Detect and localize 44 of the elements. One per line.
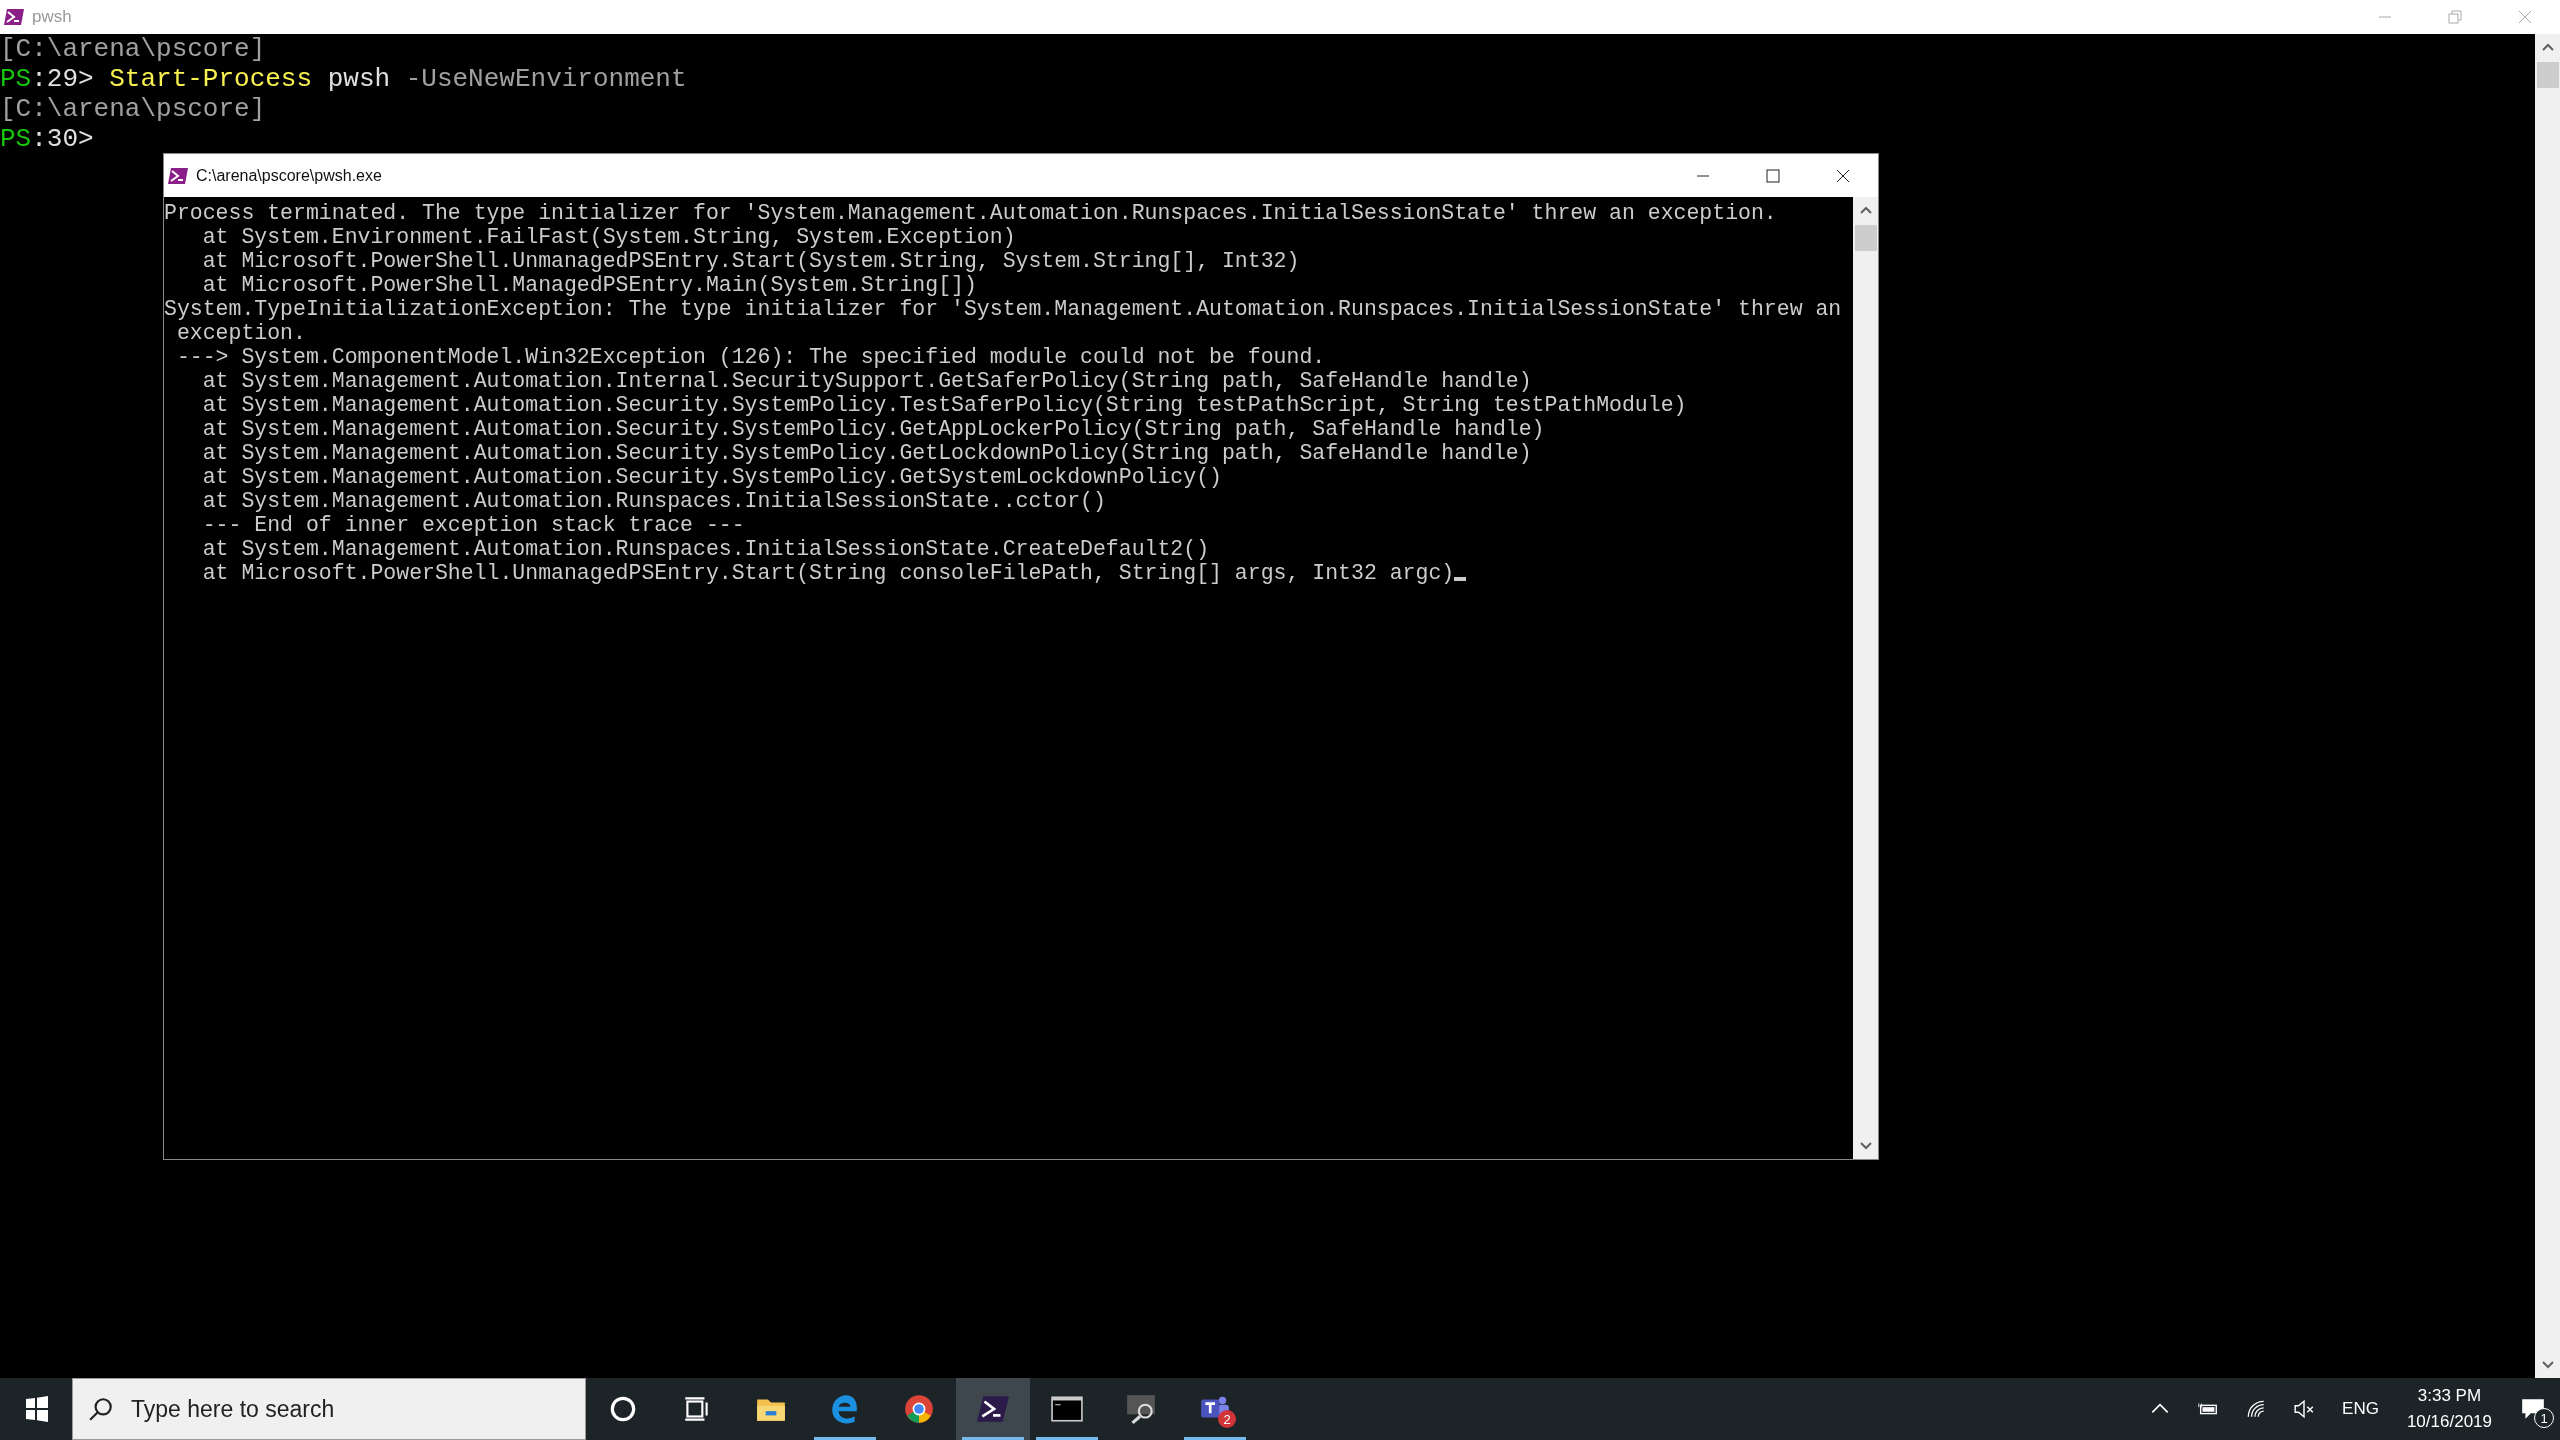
volume-muted-icon[interactable] — [2293, 1398, 2316, 1420]
scrollbar-thumb[interactable] — [2536, 62, 2559, 88]
window-title: C:\arena\pscore\pwsh.exe — [196, 166, 382, 185]
taskbar-app[interactable]: 2 — [1178, 1378, 1252, 1440]
console-line: exception. — [175, 321, 306, 345]
clock[interactable]: 3:33 PM 10/16/2019 — [2406, 1378, 2492, 1440]
console-line: PS:30> — [0, 124, 94, 154]
console-line: at System.Management.Automation.Security.SystemPolicy.TestSaferPolicy(String testPathScript, String testPathModule) — [201, 393, 1687, 417]
console-line: at System.Management.Automation.Security.SystemPolicy.GetSystemLockdownPolicy() — [201, 465, 1222, 489]
powershell-icon — [4, 9, 24, 25]
terminal-icon — [1051, 1393, 1083, 1425]
console-line: Process terminated. The type initializer for 'System.Management.Automation.Runspaces.InitialSessionState' threw an exception. — [164, 201, 1777, 225]
powershell-icon — [977, 1393, 1009, 1425]
console-line: at Microsoft.PowerShell.ManagedPSEntry.Main(System.String[]) — [201, 273, 977, 297]
console-line: PS:29> Start-Process pwsh -UseNewEnvironment — [0, 64, 687, 94]
console-line: ---> System.ComponentModel.Win32Exception (126): The specified module could not be found. — [175, 345, 1326, 369]
scrollbar-thumb[interactable] — [1854, 225, 1877, 251]
scrollbar[interactable] — [2535, 34, 2560, 1378]
taskbar-app[interactable] — [956, 1378, 1030, 1440]
browser-icon — [903, 1393, 935, 1425]
search-icon — [88, 1396, 114, 1422]
console-line: System.TypeInitializationException: The type initializer for 'System.Management.Automation.Runspaces.InitialSessionState' threw an — [164, 297, 1842, 321]
date: 10/16/2019 — [2406, 1412, 2492, 1432]
console-line: at System.Management.Automation.Runspaces.InitialSessionState.CreateDefault2() — [201, 537, 1210, 561]
scrollbar[interactable] — [1853, 197, 1878, 1159]
notification-badge: 2 — [1218, 1410, 1236, 1428]
console-line: at System.Management.Automation.Internal.SecuritySupport.GetSaferPolicy(String path, SafeHandle handle) — [201, 369, 1532, 393]
console-line: at System.Management.Automation.Security.SystemPolicy.GetAppLockerPolicy(String path, SafeHandle handle) — [201, 417, 1545, 441]
notification-count: 1 — [2534, 1408, 2554, 1428]
console-line: at Microsoft.PowerShell.UnmanagedPSEntry.Start(System.String, System.String[], Int32) — [201, 249, 1300, 273]
console-line: --- End of inner exception stack trace --- — [201, 513, 745, 537]
powershell-icon — [168, 167, 188, 184]
console-line: at System.Environment.FailFast(System.String, System.Exception) — [201, 225, 1016, 249]
magnifier-icon — [1125, 1393, 1157, 1425]
console-line: at System.Management.Automation.Runspaces.InitialSessionState..cctor() — [201, 489, 1106, 513]
console-line: [C:\arena\pscore] — [0, 34, 266, 64]
console-line: [C:\arena\pscore] — [0, 94, 266, 124]
window-title: pwsh — [32, 7, 72, 27]
language-indicator[interactable]: ENG — [2342, 1399, 2379, 1419]
search-field[interactable]: Type here to search — [72, 1378, 586, 1440]
notification-icon[interactable] — [2520, 1396, 2546, 1422]
console-line: at Microsoft.PowerShell.UnmanagedPSEntry.Start(String consoleFilePath, String[] args, Int32 argc) — [201, 561, 1455, 585]
console-line: at System.Management.Automation.Security.SystemPolicy.GetLockdownPolicy(String path, SafeHandle handle) — [201, 441, 1532, 465]
time: 3:33 PM — [2417, 1386, 2482, 1406]
